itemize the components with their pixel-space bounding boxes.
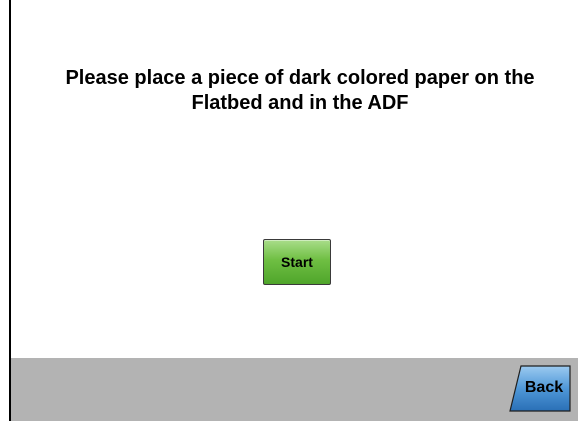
back-button[interactable]: Back xyxy=(509,365,571,412)
back-button-label: Back xyxy=(524,379,564,396)
instruction-message: Please place a piece of dark colored pap… xyxy=(65,67,535,114)
bottom-bar xyxy=(11,358,578,421)
scanner-panel-screen: Please place a piece of dark colored pap… xyxy=(0,0,578,421)
start-button[interactable]: Start xyxy=(263,239,331,285)
